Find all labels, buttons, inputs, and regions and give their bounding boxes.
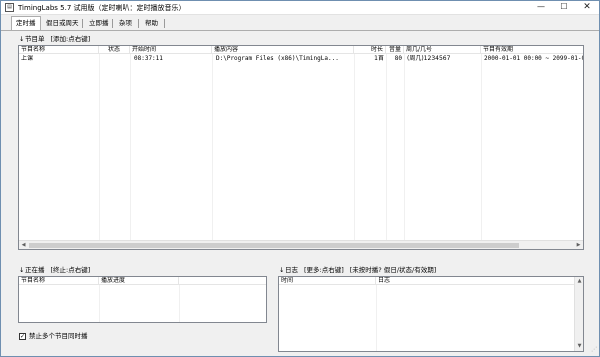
prevent-multiple-label[interactable]: 禁止多个节目同时播	[29, 332, 88, 341]
tab-misc[interactable]: 杂项	[115, 17, 136, 29]
log-title: 日志	[285, 266, 298, 274]
prevent-multiple-checkbox[interactable]: ✓	[19, 333, 26, 340]
cell-volume: 80	[394, 55, 402, 62]
cell-content: D:\Program Files (x86)\TimingLa...	[216, 55, 339, 62]
tab-separator	[112, 19, 113, 28]
tab-holiday[interactable]: 假日或周天	[42, 17, 83, 29]
resize-grip-icon[interactable]: ⋰	[589, 346, 597, 354]
log-hint-more: [更多:点右键]	[304, 266, 344, 274]
column-log[interactable]: 日志	[376, 277, 575, 285]
tab-panel-border	[1, 30, 599, 31]
tab-separator	[82, 19, 83, 28]
column-progress[interactable]: 播放进度	[99, 277, 179, 285]
grid-line	[99, 285, 100, 322]
grid-line	[386, 54, 387, 241]
log-column-header: 时间 日志	[279, 277, 575, 285]
main-window: ▤ TimingLabs 5.7 试用版（定时喇叭：定时播放音乐） — ☐ ✕ …	[0, 0, 600, 357]
program-list[interactable]: 节目名称 状态 开始时间 播放内容 时长 音量 周几/几号 节目有效期 上课 0…	[18, 45, 584, 250]
grid-line	[130, 54, 131, 241]
now-playing-hint: [终止:点右键]	[50, 266, 91, 274]
column-validity[interactable]: 节目有效期	[481, 46, 583, 54]
program-list-column-header: 节目名称 状态 开始时间 播放内容 时长 音量 周几/几号 节目有效期	[19, 46, 583, 54]
grid-line	[404, 54, 405, 241]
column-weekday[interactable]: 周几/几号	[404, 46, 481, 54]
column-start-time[interactable]: 开始时间	[130, 46, 212, 54]
close-button[interactable]: ✕	[575, 1, 599, 14]
scroll-up-icon[interactable]: ▲	[575, 277, 583, 286]
app-icon[interactable]: ▤	[5, 3, 14, 12]
now-playing-header: ↓正在播 [终止:点右键]	[19, 266, 90, 275]
tab-bar: 定时播 假日或周天 立即播 杂项 帮助	[1, 16, 599, 30]
column-duration[interactable]: 时长	[354, 46, 386, 54]
cell-validity: 2000-01-01 00:00 ~ 2099-01-01	[484, 55, 583, 62]
now-playing-column-header: 节目名称 播放进度	[19, 277, 266, 285]
cell-status	[99, 55, 130, 63]
column-content[interactable]: 播放内容	[212, 46, 354, 54]
tab-help[interactable]: 帮助	[141, 17, 162, 29]
column-volume[interactable]: 音量	[386, 46, 404, 54]
window-title: TimingLabs 5.7 试用版（定时喇叭：定时播放音乐）	[18, 4, 186, 12]
program-list-header: ↓节目单 [添加:点右键]	[19, 35, 90, 44]
log-list[interactable]: 时间 日志 ▲ ▼	[278, 276, 584, 352]
grid-line	[212, 54, 213, 241]
cell-start-time: 08:37:11	[134, 55, 163, 62]
tab-scheduled[interactable]: 定时播	[11, 16, 41, 30]
grid-line	[481, 54, 482, 241]
scrollbar-thumb[interactable]	[29, 243, 519, 248]
cell-program-name: 上课	[21, 55, 34, 62]
cell-weekday: (周几)1234567	[407, 55, 451, 62]
program-list-hint: [添加:点右键]	[50, 35, 91, 43]
log-header: ↓日志 [更多:点右键] [未按时播? 假日/状态/有效期]	[279, 266, 436, 275]
table-row[interactable]: 上课 08:37:11 D:\Program Files (x86)\Timin…	[19, 55, 583, 63]
program-list-title: 节目单	[25, 35, 45, 43]
grid-line	[354, 54, 355, 241]
scroll-right-icon[interactable]: ▶	[574, 241, 583, 249]
cell-duration: 1首	[374, 55, 384, 62]
now-playing-list[interactable]: 节目名称 播放进度	[18, 276, 267, 323]
title-bar[interactable]: ▤ TimingLabs 5.7 试用版（定时喇叭：定时播放音乐） — ☐ ✕	[1, 1, 599, 15]
scroll-down-icon[interactable]: ▼	[575, 342, 583, 351]
grid-line	[99, 54, 100, 241]
tab-separator	[164, 19, 165, 28]
vertical-scrollbar[interactable]: ▲ ▼	[574, 277, 583, 351]
now-playing-title: 正在播	[25, 266, 45, 274]
horizontal-scrollbar[interactable]: ◀ ▶	[19, 240, 583, 249]
grid-line	[376, 285, 377, 351]
maximize-button[interactable]: ☐	[552, 1, 576, 14]
column-program-name[interactable]: 节目名称	[19, 46, 99, 54]
grid-line	[179, 285, 180, 322]
column-program-name[interactable]: 节目名称	[19, 277, 99, 285]
tab-play-now[interactable]: 立即播	[85, 17, 113, 29]
column-time[interactable]: 时间	[279, 277, 376, 285]
tab-separator	[138, 19, 139, 28]
minimize-button[interactable]: —	[529, 1, 553, 14]
scroll-left-icon[interactable]: ◀	[19, 241, 28, 249]
column-status[interactable]: 状态	[99, 46, 130, 54]
log-hint-troubleshoot: [未按时播? 假日/状态/有效期]	[349, 266, 437, 274]
